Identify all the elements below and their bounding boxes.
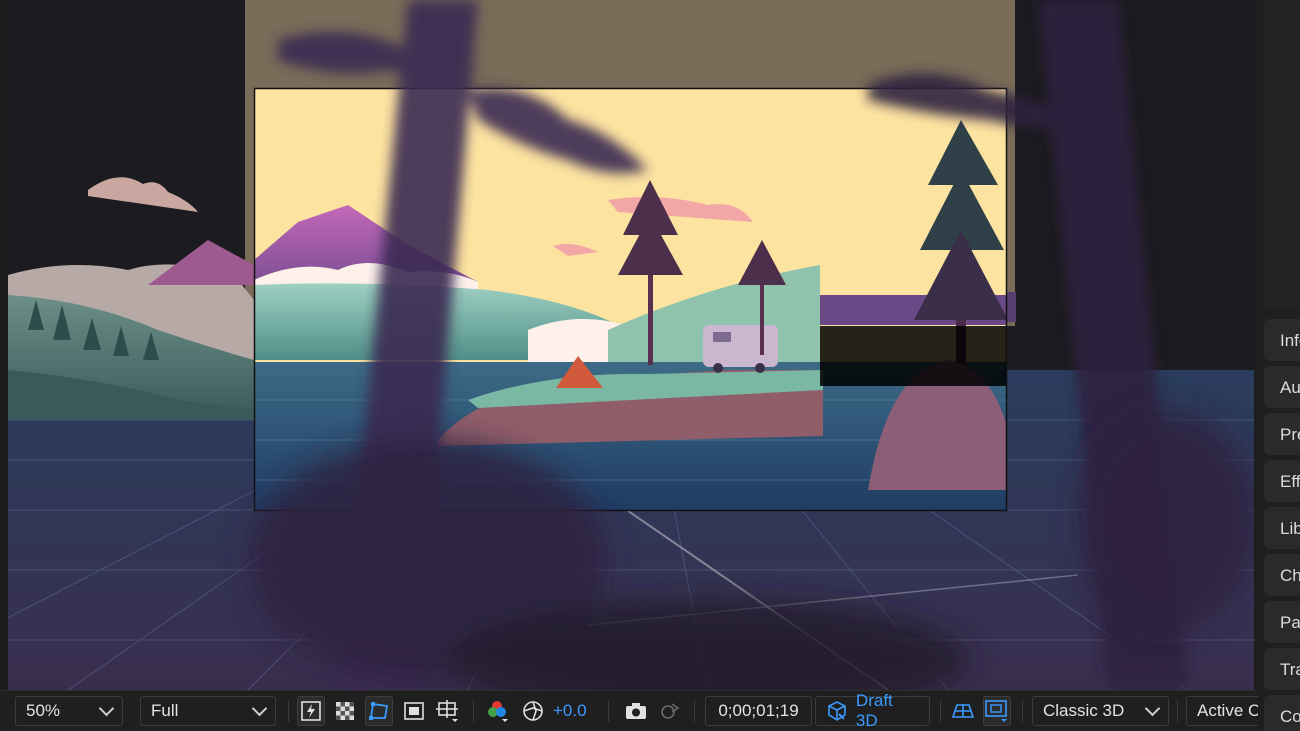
divider	[940, 700, 941, 722]
cube-icon	[828, 701, 846, 721]
composition-viewer[interactable]	[8, 0, 1254, 690]
fast-previews-button[interactable]	[297, 696, 325, 726]
grid-guides-button[interactable]	[434, 696, 462, 726]
panel-tab-paragraph[interactable]: Paragraph	[1264, 601, 1300, 643]
color-management-icon	[523, 701, 543, 721]
chevron-down-icon	[251, 700, 268, 717]
chevron-down-icon	[98, 700, 115, 717]
3d-view-value: Active C	[1197, 701, 1258, 720]
camera-icon	[626, 703, 646, 719]
divider	[473, 700, 474, 722]
grid-guides-icon	[436, 700, 458, 722]
exposure-value[interactable]: +0.0	[553, 696, 587, 726]
panel-tab-libraries[interactable]: Libraries	[1264, 507, 1300, 549]
divider	[1177, 700, 1178, 722]
divider	[608, 700, 609, 722]
divider	[288, 700, 289, 722]
panel-stack-top	[1264, 0, 1300, 308]
timecode-value: 0;00;01;19	[718, 701, 799, 720]
renderer-value: Classic 3D	[1043, 701, 1125, 720]
draft-3d-toggle[interactable]: Draft 3D	[815, 691, 930, 730]
scene-artwork	[8, 0, 1254, 690]
divider	[1022, 700, 1023, 722]
show-snapshot-icon	[661, 703, 680, 719]
panels-column: Info Audio Preview Effects Libraries Cha…	[1258, 0, 1300, 731]
panel-tab-label: Content	[1280, 707, 1300, 726]
panel-tab-label: Tracker	[1280, 660, 1300, 679]
magnification-value: 50%	[26, 701, 61, 720]
region-of-interest-button[interactable]	[400, 696, 428, 726]
panel-tab-effects[interactable]: Effects	[1264, 460, 1300, 502]
resolution-value: Full	[151, 701, 179, 720]
extended-viewer-button[interactable]	[983, 696, 1011, 726]
3d-view-dropdown[interactable]: Active C	[1186, 696, 1258, 726]
viewer-toolbar: 50% Full +0.0 0;00;01;19 Draft 3D Classi…	[0, 690, 1258, 731]
panel-tab-label: Preview	[1280, 425, 1300, 444]
ground-plane-icon	[951, 704, 975, 718]
panel-tab-tracker[interactable]: Tracker	[1264, 648, 1300, 690]
rgb-channels-icon	[488, 701, 508, 722]
panel-tab-character[interactable]: Character	[1264, 554, 1300, 596]
panel-tab-label: Character	[1280, 566, 1300, 585]
color-management-button[interactable]	[519, 696, 547, 726]
panel-tab-label: Effects	[1280, 472, 1300, 491]
panel-tab-content[interactable]: Content	[1264, 695, 1300, 731]
mask-visibility-button[interactable]	[365, 696, 393, 726]
panel-tab-label: Paragraph	[1280, 613, 1300, 632]
panel-tab-info[interactable]: Info	[1264, 319, 1300, 361]
lightning-icon	[301, 701, 321, 721]
magnification-dropdown[interactable]: 50%	[15, 696, 123, 726]
panel-tab-label: Libraries	[1280, 519, 1300, 538]
panel-tab-label: Audio	[1280, 378, 1300, 397]
renderer-dropdown[interactable]: Classic 3D	[1032, 696, 1169, 726]
resolution-dropdown[interactable]: Full	[140, 696, 276, 726]
checkerboard-icon	[336, 702, 354, 720]
show-snapshot-button[interactable]	[656, 696, 684, 726]
draft-3d-label: Draft 3D	[855, 691, 893, 730]
ground-plane-button[interactable]	[949, 696, 977, 726]
panel-tab-audio[interactable]: Audio	[1264, 366, 1300, 408]
transparency-grid-button[interactable]	[331, 696, 359, 726]
panel-tab-label: Info	[1280, 331, 1300, 350]
timecode-field[interactable]: 0;00;01;19	[705, 696, 812, 726]
channels-button[interactable]	[484, 696, 512, 726]
chevron-down-icon	[1144, 700, 1161, 717]
divider	[694, 700, 695, 722]
panel-tab-preview[interactable]: Preview	[1264, 413, 1300, 455]
region-of-interest-icon	[404, 702, 424, 720]
take-snapshot-button[interactable]	[622, 696, 650, 726]
extended-viewer-icon	[985, 700, 1007, 722]
mask-path-icon	[369, 702, 389, 720]
